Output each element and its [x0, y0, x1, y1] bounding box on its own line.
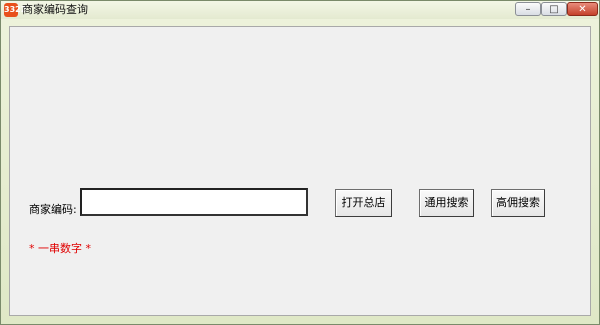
open-store-button[interactable]: 打开总店: [335, 189, 392, 217]
app-icon: 3322: [4, 3, 26, 17]
hint-prefix: *: [29, 242, 35, 255]
client-area: 商家编码: 打开总店 通用搜索 高佣搜索 * 一串数字 *: [9, 26, 591, 316]
advanced-search-button[interactable]: 高佣搜索: [491, 189, 545, 217]
hint-suffix: *: [85, 242, 92, 255]
app-window: 3322 商家编码查询 – □ ✕ 商家编码: 打开总店 通用搜索 高佣搜索 *…: [0, 0, 600, 325]
hint-text: 一串数字: [38, 242, 82, 255]
merchant-code-input[interactable]: [80, 188, 308, 216]
close-button[interactable]: ✕: [567, 2, 598, 16]
minimize-button[interactable]: –: [515, 2, 541, 16]
title-bar[interactable]: 3322 商家编码查询 – □ ✕: [1, 1, 599, 19]
maximize-button[interactable]: □: [541, 2, 567, 16]
common-search-button[interactable]: 通用搜索: [419, 189, 474, 217]
merchant-code-label: 商家编码:: [29, 203, 77, 216]
input-hint: * 一串数字 *: [29, 240, 91, 256]
window-title: 商家编码查询: [22, 3, 88, 16]
